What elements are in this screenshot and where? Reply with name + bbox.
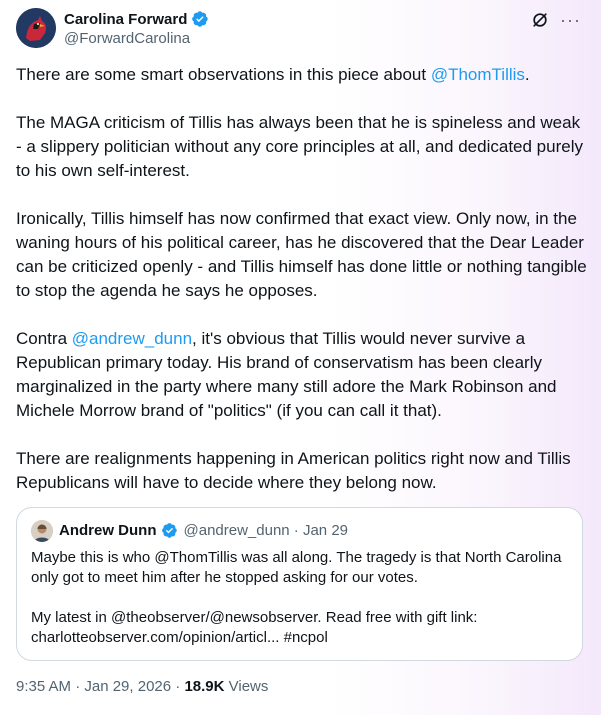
quoted-meta: @andrew_dunn · Jan 29 — [183, 522, 349, 539]
post-detail: Carolina Forward @ForwardCarolina ··· Th… — [0, 0, 601, 715]
post-paragraph-2: The MAGA criticism of Tillis has always … — [16, 113, 583, 180]
quoted-paragraph-2: My latest in @theobserver/@newsobserver.… — [31, 609, 478, 646]
post-paragraph-3: Ironically, Tillis himself has now confi… — [16, 209, 587, 300]
post-paragraph-1: There are some smart observations in thi… — [16, 65, 530, 84]
mention-link[interactable]: @ThomTillis — [431, 65, 525, 84]
mention-link[interactable]: @andrew_dunn — [72, 329, 192, 348]
top-actions: ··· — [530, 10, 581, 30]
quoted-post[interactable]: Andrew Dunn @andrew_dunn · Jan 29 Maybe … — [16, 507, 583, 661]
verified-badge-icon — [192, 11, 209, 27]
views-label: Views — [224, 678, 269, 695]
quoted-paragraph-1: Maybe this is who @ThomTillis was all al… — [31, 549, 562, 586]
post-timestamp[interactable]: 9:35 AM · Jan 29, 2026 · — [16, 678, 184, 695]
post-footer: 9:35 AM · Jan 29, 2026 · 18.9K Views — [16, 678, 268, 695]
cardinal-bird-avatar-icon — [16, 8, 56, 48]
post-paragraph-4: Contra @andrew_dunn, it's obvious that T… — [16, 329, 557, 420]
verified-badge-icon — [161, 523, 177, 538]
post-text: There are some smart observations in thi… — [16, 63, 588, 495]
quoted-author-avatar — [31, 520, 53, 542]
quoted-author-name: Andrew Dunn — [59, 522, 157, 539]
grok-icon[interactable] — [530, 10, 550, 30]
author-name-row: Carolina Forward — [64, 9, 209, 29]
more-options-icon[interactable]: ··· — [560, 11, 581, 29]
views-count: 18.9K — [184, 678, 225, 695]
quoted-header: Andrew Dunn @andrew_dunn · Jan 29 — [59, 522, 348, 539]
quoted-text: Maybe this is who @ThomTillis was all al… — [31, 548, 571, 648]
author-avatar[interactable] — [16, 8, 56, 48]
author-handle[interactable]: @ForwardCarolina — [64, 30, 190, 47]
author-name[interactable]: Carolina Forward — [64, 11, 187, 28]
post-paragraph-5: There are realignments happening in Amer… — [16, 449, 571, 492]
person-avatar-icon — [31, 520, 53, 542]
